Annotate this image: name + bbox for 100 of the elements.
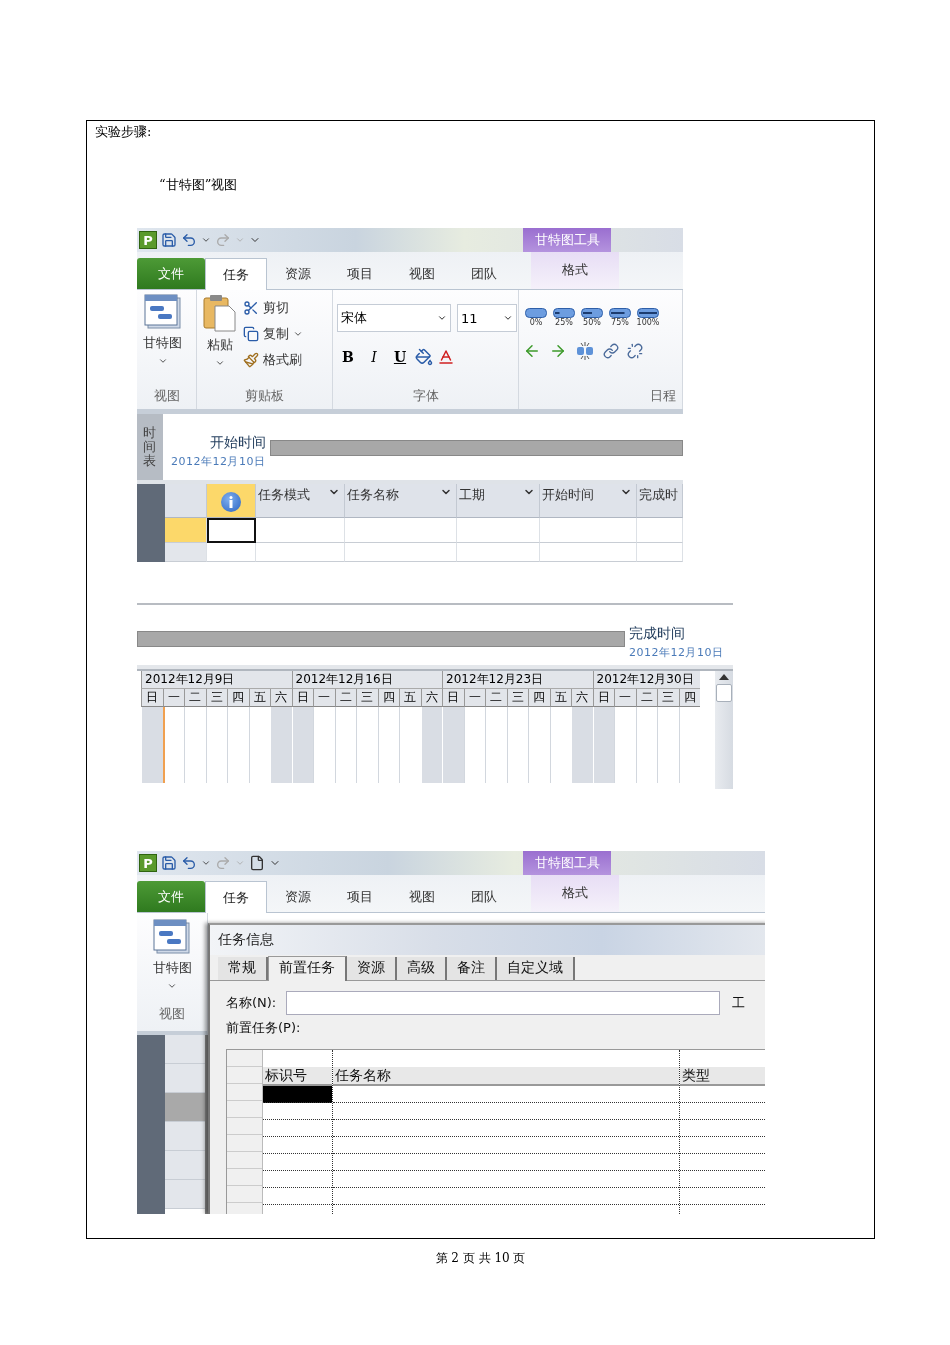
day-header: 四	[678, 689, 700, 707]
ribbon-tab[interactable]: 团队	[453, 258, 515, 289]
progress-button[interactable]: 25%	[551, 308, 577, 327]
ribbon-tab[interactable]: 资源	[267, 258, 329, 289]
ribbon-tab[interactable]: 项目	[329, 881, 391, 912]
ribbon-tab[interactable]: 团队	[453, 881, 515, 912]
week-header: 2012年12月23日	[442, 671, 593, 689]
unlink-icon[interactable]	[627, 343, 643, 359]
ribbon-tab[interactable]: 资源	[267, 881, 329, 912]
caret-icon[interactable]	[201, 235, 211, 245]
week-header: 2012年12月30日	[592, 671, 700, 689]
gantt-chart-icon	[153, 919, 191, 955]
underline-button[interactable]: U	[389, 344, 411, 370]
caret-icon	[503, 313, 513, 323]
dialog-tab[interactable]: 资源	[347, 957, 397, 980]
redo-icon[interactable]	[215, 232, 231, 248]
dialog-tab[interactable]: 自定义域	[497, 957, 575, 980]
progress-bar-icon	[637, 308, 659, 318]
app-logo: P	[139, 231, 157, 249]
copy-button[interactable]: 复制	[243, 322, 303, 346]
dialog-tab[interactable]: 备注	[447, 957, 497, 980]
name-field[interactable]	[286, 991, 721, 1015]
day-header: 六	[270, 689, 292, 707]
progress-button[interactable]: 50%	[579, 308, 605, 327]
ribbon-tab[interactable]: 格式	[531, 874, 619, 912]
ribbon-tab[interactable]: 视图	[391, 881, 453, 912]
ribbon-tab[interactable]: 格式	[531, 251, 619, 289]
day-header: 六	[571, 689, 593, 707]
column-header[interactable]: 开始时间	[540, 484, 637, 519]
day-header: 六	[420, 689, 442, 707]
link-icon[interactable]	[603, 343, 619, 359]
document-icon[interactable]	[249, 855, 265, 871]
format-painter-button[interactable]: 格式刷	[243, 348, 303, 372]
gantt-chart-button[interactable]: 甘特图	[141, 294, 184, 383]
context-tab-title: 甘特图工具	[523, 851, 611, 875]
dialog-tab[interactable]: 前置任务	[268, 956, 347, 981]
row-header[interactable]	[165, 1093, 205, 1122]
start-label: 开始时间	[209, 434, 266, 452]
table-cell[interactable]	[263, 1086, 332, 1103]
clipboard-icon	[203, 294, 237, 332]
caret-icon	[167, 981, 177, 991]
group-label: 视图	[159, 1005, 185, 1023]
outdent-icon[interactable]	[523, 342, 541, 360]
caret-icon	[437, 313, 447, 323]
ribbon-tab[interactable]: 视图	[391, 258, 453, 289]
undo-icon[interactable]	[181, 232, 197, 248]
column-header: 标识号	[263, 1067, 332, 1086]
caret-icon	[157, 356, 168, 366]
finish-date: 2012年12月10日	[629, 645, 724, 660]
font-color-icon[interactable]	[437, 348, 455, 366]
progress-bar-icon	[553, 308, 575, 318]
timeline-side-label: 时间表	[137, 414, 163, 480]
scissors-icon	[243, 300, 259, 316]
paste-button[interactable]: 粘贴	[201, 294, 239, 383]
italic-button[interactable]: I	[363, 344, 385, 370]
week-header: 2012年12月16日	[291, 671, 442, 689]
bold-button[interactable]: B	[337, 344, 359, 370]
column-header[interactable]: 工期	[457, 484, 540, 519]
caret-icon	[293, 329, 303, 339]
day-header: 二	[635, 689, 657, 707]
fill-color-icon[interactable]	[415, 348, 433, 366]
ribbon-tab[interactable]: 项目	[329, 258, 391, 289]
page-footer: 第 2 页 共 10 页	[86, 1250, 875, 1267]
ribbon-tab[interactable]: 文件	[137, 881, 205, 912]
column-header[interactable]: 任务名称	[345, 484, 457, 519]
cut-button[interactable]: 剪切	[243, 296, 303, 320]
font-name-field[interactable]: 宋体	[337, 304, 451, 332]
day-header: 五	[248, 689, 270, 707]
scroll-thumb[interactable]	[716, 684, 732, 702]
indent-icon[interactable]	[549, 342, 567, 360]
font-size-field[interactable]: 11	[457, 304, 517, 332]
column-header[interactable]: 任务模式	[256, 484, 345, 519]
gantt-chart-button[interactable]: 甘特图	[150, 919, 194, 991]
table-cell[interactable]	[207, 518, 256, 544]
save-icon[interactable]	[161, 232, 177, 248]
scroll-up-icon[interactable]	[719, 674, 729, 680]
redo-icon[interactable]	[215, 855, 231, 871]
dialog-tab[interactable]: 常规	[218, 957, 268, 980]
progress-bar-icon	[609, 308, 631, 318]
section-heading: 实验步骤:	[95, 123, 152, 141]
progress-button[interactable]: 100%	[635, 308, 661, 327]
day-header: 三	[205, 689, 227, 707]
undo-icon[interactable]	[181, 855, 197, 871]
caret-icon[interactable]	[201, 858, 211, 868]
day-header: 五	[549, 689, 571, 707]
column-header: 任务名称	[333, 1067, 679, 1086]
progress-bar-icon	[581, 308, 603, 318]
progress-button[interactable]: 0%	[523, 308, 549, 327]
scrollbar[interactable]	[715, 671, 733, 789]
group-label: 字体	[412, 387, 439, 405]
column-header[interactable]: 完成时	[637, 484, 683, 519]
dialog-tab[interactable]: 高级	[397, 957, 447, 980]
ribbon-tab[interactable]: 文件	[137, 258, 205, 289]
day-header: 二	[184, 689, 206, 707]
info-icon	[221, 492, 241, 512]
day-header: 一	[162, 689, 184, 707]
save-icon[interactable]	[161, 855, 177, 871]
ribbon-tab[interactable]: 任务	[205, 881, 267, 913]
progress-button[interactable]: 75%	[607, 308, 633, 327]
ribbon-tab[interactable]: 任务	[205, 258, 267, 290]
